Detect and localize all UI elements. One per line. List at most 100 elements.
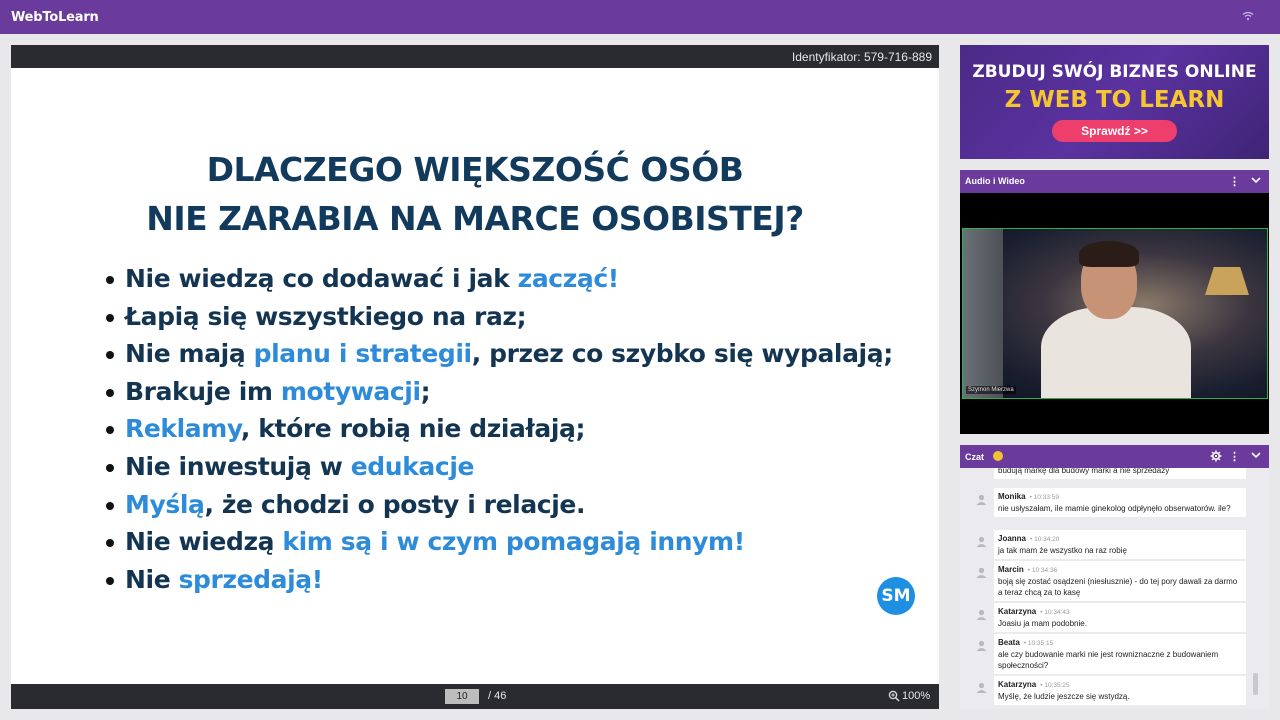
audio-video-title: Audio i Wideo [965,176,1025,186]
chat-message-time: • 10:34:20 [1030,536,1060,543]
slide-bullet-item: Myślą, że chodzi o posty i relacje. [106,489,893,528]
chat-message-text: ale czy budowanie marki nie jest rownizn… [998,650,1219,670]
chat-title: Czat [965,452,985,462]
slide-bullet-item: Nie inwestują w edukacje [106,451,893,490]
top-bar: WebToLearn [0,0,1280,34]
chat-message-author: Joanna [998,534,1027,543]
chat-message-text: nie usłyszałam, ile mamie ginekolog odpł… [998,504,1231,513]
chat-message: Katarzyna • 10:35:25 Myślę, że ludzie jesz… [994,676,1246,705]
user-avatar-icon [976,567,987,578]
chat-message: Joanna • 10:34:20 ja tak mam że wszystko n… [994,530,1246,559]
audio-video-panel: Audio i Wideo ⋮ Szymon Mierzwa [960,170,1269,434]
participant-name-label: Szymon Mierzwa [966,386,1016,394]
bullet-highlight-text: Myślą [125,489,205,519]
user-avatar-icon [976,494,987,505]
chat-header: Czat ⋮ [960,445,1269,468]
promo-cta-button[interactable]: Sprawdź >> [1052,120,1177,142]
audio-video-header: Audio i Wideo ⋮ [960,170,1269,193]
chat-message-text: Joasiu ja mam podobnie. [998,619,1087,628]
promo-subheadline: Z WEB TO LEARN [1004,87,1225,113]
promo-banner[interactable]: ZBUDUJ SWÓJ BIZNES ONLINE Z WEB TO LEARN… [960,45,1269,159]
slide-bullet-item: Reklamy, które robią nie działają; [106,414,893,452]
bullet-text: Nie mają [125,339,254,369]
bullet-text: Brakuje im [125,376,281,406]
bullet-highlight-text: zacząć! [517,264,619,293]
chat-message-time: • 10:34:43 [1040,609,1070,616]
chat-message-text: boją się zostać osądzeni (niesłusznie) -… [998,577,1238,597]
chat-message-author: Katarzyna [998,680,1037,689]
bullet-text: Łapią się wszystkiego na raz; [125,301,527,331]
bullet-text: ; [420,376,431,406]
bullet-highlight-text: kim są i w czym pomagają innym! [282,527,745,557]
zoom-level: 100% [902,690,931,702]
chat-message: Monika • 10:33:59 nie usłyszałam, ile mami… [994,488,1246,517]
slide-bullet-list: Nie wiedzą co dodawać i jak zacząć! Łapią… [106,264,893,603]
wifi-icon [1242,11,1254,21]
meeting-identifier: Identyfikator: 579-716-889 [791,50,932,64]
chat-message: Beata • 10:35:15 ale czy budowanie marki n… [994,634,1246,674]
slide-bullet-item: Łapią się wszystkiego na raz; [106,301,893,340]
chat-message-text: Myślę, że ludzie jeszcze się wstydzą. [998,692,1130,701]
video-background-lamp [1205,267,1249,295]
slide-bullet-item: Brakuje im motywacji; [106,376,893,415]
webcam-video[interactable]: Szymon Mierzwa [962,228,1268,399]
chat-message-time: • 10:35:25 [1040,682,1070,689]
chat-message-author: Beata [998,638,1020,647]
video-presenter-body [1041,307,1191,398]
chevron-down-icon[interactable] [1250,174,1262,186]
slide-bullet-item: Nie sprzedają! [106,564,893,603]
chat-message: Katarzyna • 10:34:43 Joasiu ja mam podobni… [994,603,1246,632]
video-background-curtain [963,229,1003,398]
page-total: / 46 [488,690,507,702]
chat-scrollbar-thumb[interactable] [1253,673,1258,695]
bullet-text: Nie inwestują w [125,451,351,481]
chat-message: budują markę dla budowy marki a nie sprz… [994,468,1246,479]
sm-brand-logo: SM [877,577,915,615]
user-avatar-icon [976,536,987,547]
bullet-text: , że chodzi o posty i relacje. [204,489,586,519]
bullet-highlight-text: Reklamy [125,414,241,444]
presentation-header: Identyfikator: 579-716-889 [11,45,939,68]
chat-panel: Czat ⋮ budują markę dla budowy marki a n… [960,445,1269,709]
emoji-icon[interactable] [993,451,1003,461]
chat-message: Marcin • 10:34:36 boją się zostać osądzeni… [994,561,1246,601]
app-logo[interactable]: WebToLearn [11,10,99,25]
video-presenter-hair [1079,241,1139,267]
presentation-toolbar: / 46 100% [11,684,939,709]
user-avatar-icon [976,640,987,651]
chat-message-author: Marcin [998,565,1024,574]
user-avatar-icon [976,682,987,693]
chat-message-author: Monika [998,492,1026,501]
slide-title-line1: DLACZEGO WIĘKSZOŚĆ OSÓB [206,150,744,189]
bullet-text: , przez co szybko się wypalają; [471,339,893,369]
chat-message-time: • 10:33:59 [1029,494,1059,501]
bullet-highlight-text: edukacje [350,451,475,481]
slide-bullet-item: Nie mają planu i strategii, przez co szy… [106,339,893,377]
gear-icon[interactable] [1210,450,1222,462]
bullet-text: , które robią nie działają; [240,414,586,444]
chat-message-text: ja tak mam że wszystko na raz robię [998,546,1127,555]
bullet-highlight-text: motywacji [280,376,421,406]
bullet-text: Nie wiedzą [125,527,283,557]
bullet-text: Nie wiedzą co dodawać i jak [125,264,518,293]
chat-more-options-icon[interactable]: ⋮ [1229,450,1240,463]
chat-message-time: • 10:34:36 [1027,567,1058,574]
slide-bullet-item: Nie wiedzą co dodawać i jak zacząć! [106,264,893,302]
chat-message-time: • 10:35:15 [1023,640,1054,647]
presentation-slide: DLACZEGO WIĘKSZOŚĆ OSÓB NIE ZARABIA NA M… [11,68,939,684]
chat-message-list[interactable]: budują markę dla budowy marki a nie sprz… [960,468,1269,709]
slide-title-line2: NIE ZARABIA NA MARCE OSOBISTEJ? [146,199,804,238]
user-avatar-icon [976,609,987,620]
chat-chevron-down-icon[interactable] [1250,449,1262,461]
promo-headline: ZBUDUJ SWÓJ BIZNES ONLINE [972,62,1257,82]
page-number-input[interactable] [445,689,479,704]
chat-message-author: Katarzyna [998,607,1037,616]
zoom-in-icon[interactable] [888,690,900,702]
slide-bullet-item: Nie wiedzą kim są i w czym pomagają inny… [106,527,893,565]
bullet-text: Nie [125,564,179,594]
bullet-highlight-text: sprzedają! [178,564,324,594]
more-options-icon[interactable]: ⋮ [1229,175,1240,188]
presentation-viewer: Identyfikator: 579-716-889 DLACZEGO WIĘK… [11,45,939,709]
bullet-highlight-text: planu i strategii [253,339,472,369]
chat-message-text: budują markę dla budowy marki a nie sprz… [998,468,1170,475]
